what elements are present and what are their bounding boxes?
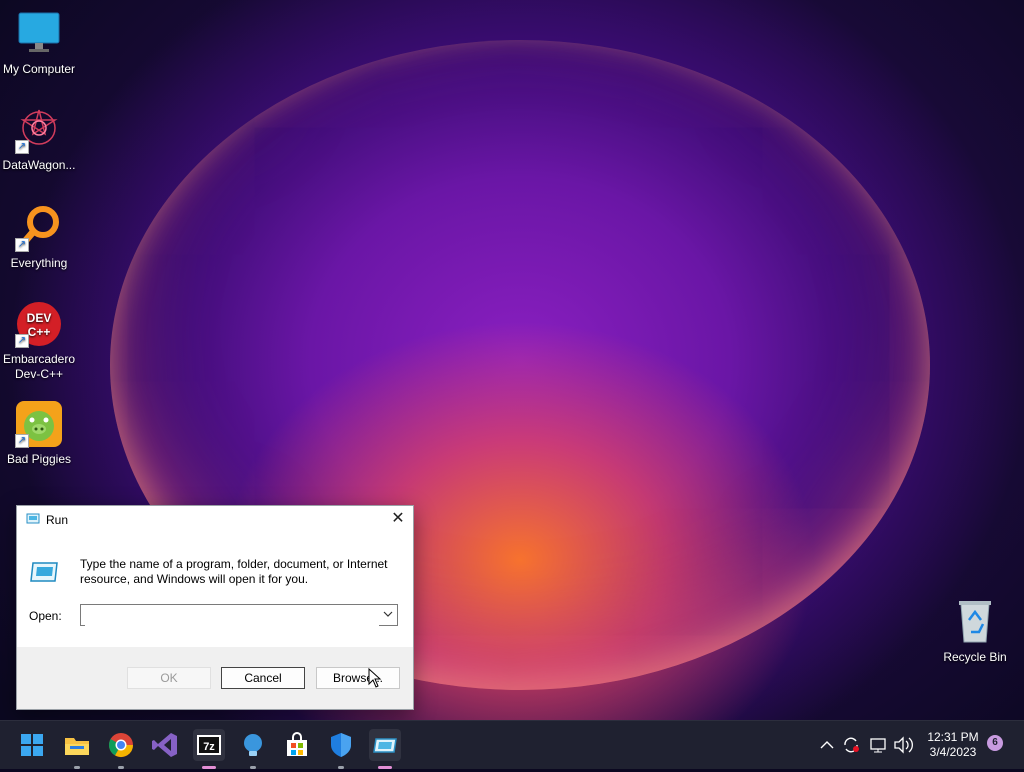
taskbar-run[interactable]	[369, 729, 401, 769]
start-button[interactable]	[16, 729, 48, 761]
taskbar-chrome[interactable]	[105, 729, 137, 769]
desktop-icon-datawagon[interactable]: ↗ DataWagon...	[0, 106, 78, 173]
tray-network[interactable]	[868, 721, 888, 769]
cancel-button[interactable]: Cancel	[221, 667, 305, 689]
speaker-icon	[894, 736, 913, 754]
windows-logo-icon	[21, 734, 43, 756]
network-icon	[870, 738, 886, 753]
shortcut-arrow-icon: ↗	[15, 334, 29, 348]
notification-badge[interactable]: 6	[987, 735, 1003, 751]
desktop-icon-label: Recycle Bin	[943, 650, 1007, 664]
shortcut-arrow-icon: ↗	[15, 238, 29, 252]
run-icon	[26, 513, 40, 524]
visual-studio-icon	[152, 733, 177, 757]
store-icon	[287, 732, 307, 756]
close-icon[interactable]: ✕	[383, 506, 413, 532]
browse-button[interactable]: Browse...	[316, 667, 400, 689]
taskbar-file-explorer[interactable]	[61, 729, 93, 769]
7zip-icon: 7z	[197, 735, 221, 755]
desktop-icon-dev-cpp[interactable]: DEV C++ ↗ Embarcadero Dev-C++	[0, 300, 78, 382]
datawagon-icon: ↗	[15, 106, 63, 154]
desktop-icon-my-computer[interactable]: My Computer	[0, 10, 78, 77]
clock-date: 3/4/2023	[929, 745, 977, 759]
run-app-icon	[30, 562, 58, 582]
clock-time: 12:31 PM	[927, 730, 979, 744]
tray-sync[interactable]	[841, 721, 861, 769]
desktop-icon-recycle-bin[interactable]: Recycle Bin	[936, 598, 1014, 665]
shortcut-arrow-icon: ↗	[15, 140, 29, 154]
bad-piggies-icon: ↗	[15, 400, 63, 448]
desktop-icon-label: DataWagon...	[2, 158, 76, 172]
recycle-bin-icon	[951, 598, 999, 646]
ok-button[interactable]: OK	[127, 667, 211, 689]
chevron-up-icon	[820, 741, 834, 749]
dialog-title: Run	[46, 513, 69, 527]
tray-overflow-chevron[interactable]	[818, 721, 836, 769]
taskbar: 7z 12:31 PM 3/4/2023	[0, 720, 1024, 769]
tray-clock[interactable]: 12:31 PM 3/4/2023	[920, 730, 986, 760]
magnifier-icon: ↗	[15, 204, 63, 252]
monitor-icon	[15, 10, 63, 58]
chrome-icon	[108, 733, 133, 758]
dialog-footer: OK Cancel Browse...	[17, 647, 413, 709]
sync-icon	[844, 737, 859, 753]
taskbar-windows-security[interactable]	[325, 729, 357, 769]
run-icon	[373, 738, 397, 753]
dev-cpp-icon: DEV C++ ↗	[15, 300, 63, 348]
chevron-down-icon[interactable]	[383, 609, 393, 619]
open-input[interactable]	[85, 606, 379, 626]
svg-text:DEV: DEV	[27, 311, 52, 325]
open-label: Open:	[29, 609, 62, 623]
title-bar[interactable]: Run ✕	[17, 506, 413, 532]
desktop-icon-label: Embarcadero Dev-C++	[2, 352, 76, 381]
taskbar-visual-studio[interactable]	[149, 729, 181, 761]
desktop-icon-bad-piggies[interactable]: ↗ Bad Piggies	[0, 400, 78, 467]
taskbar-7zip[interactable]: 7z	[193, 729, 225, 769]
desktop-icon-label: My Computer	[2, 62, 76, 76]
desktop-icon-everything[interactable]: ↗ Everything	[0, 204, 78, 271]
folder-icon	[65, 738, 89, 755]
taskbar-microsoft-store[interactable]	[281, 729, 313, 761]
open-combobox[interactable]	[80, 604, 398, 626]
svg-text:C++: C++	[28, 325, 51, 339]
desktop-icon-label: Everything	[10, 256, 68, 270]
mouse-pointer-icon	[368, 668, 382, 688]
shortcut-arrow-icon: ↗	[15, 434, 29, 448]
taskbar-lightbulb-app[interactable]	[237, 729, 269, 769]
tray-volume[interactable]	[892, 721, 914, 769]
desktop-icon-label: Bad Piggies	[6, 452, 72, 466]
shield-icon	[331, 733, 351, 757]
run-dialog: Run ✕ Type the name of a program, folder…	[16, 505, 414, 710]
lightbulb-icon	[244, 734, 262, 756]
svg-text:7z: 7z	[203, 741, 215, 753]
dialog-description: Type the name of a program, folder, docu…	[80, 557, 388, 586]
